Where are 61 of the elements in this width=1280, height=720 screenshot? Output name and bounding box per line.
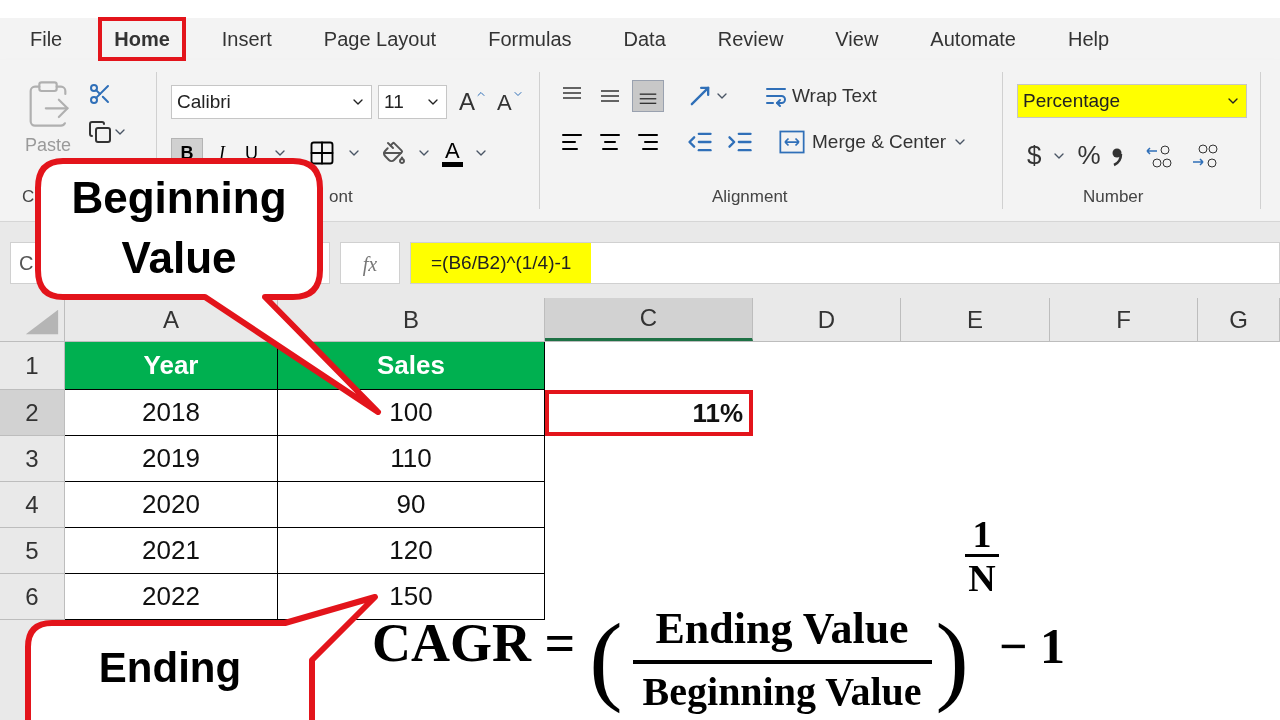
table-cell: 120	[278, 528, 545, 574]
merge-center-button[interactable]: Merge & Center	[812, 127, 947, 157]
column-header[interactable]: C	[545, 298, 753, 341]
menu-tab[interactable]: View	[819, 17, 895, 61]
group-label: Number	[1083, 185, 1144, 208]
group-label: ont	[329, 185, 353, 208]
row-header[interactable]: 5	[0, 528, 65, 574]
number-format-dropdown[interactable]: Percentage	[1017, 84, 1247, 118]
copy-icon[interactable]	[88, 120, 112, 144]
menu-tab[interactable]: Data	[607, 17, 682, 61]
table-cell: 2020	[65, 482, 278, 528]
formula-tail: − 1	[998, 617, 1065, 676]
formula-text: =(B6/B2)^(1/4)-1	[411, 243, 592, 283]
menu-tab[interactable]: Automate	[914, 17, 1032, 61]
fx-icon[interactable]: fx	[340, 242, 400, 284]
denominator-text: Beginning Value	[641, 670, 923, 714]
column-header[interactable]: F	[1050, 298, 1198, 341]
table-cell: 110	[278, 436, 545, 482]
group-label: Alignment	[712, 185, 788, 208]
row-header[interactable]: 3	[0, 436, 65, 482]
exponent-text: 1	[972, 514, 992, 554]
percent-button[interactable]: %	[1077, 136, 1101, 175]
grow-font-button[interactable]: A	[459, 84, 475, 120]
menu-tab[interactable]: Home	[98, 17, 186, 61]
menu-tab[interactable]: File	[14, 17, 79, 61]
exponent-text: N	[968, 557, 996, 599]
menu-tab[interactable]: Help	[1051, 17, 1126, 61]
decrease-decimal-icon[interactable]	[1190, 141, 1219, 170]
fill-color-icon[interactable]	[382, 141, 406, 165]
group-label: C	[22, 185, 35, 208]
menu-tab[interactable]: Page Layout	[307, 17, 453, 61]
table-cell: 2021	[65, 528, 278, 574]
column-header[interactable]: E	[901, 298, 1050, 341]
cut-icon[interactable]	[88, 82, 112, 106]
row-header[interactable]: 2	[0, 390, 65, 436]
menu-tab[interactable]: Insert	[205, 17, 288, 61]
menu-tab[interactable]: Review	[701, 17, 800, 61]
merge-icon[interactable]	[778, 128, 806, 156]
result-cell[interactable]: 11%	[545, 390, 753, 436]
table-cell: 2018	[65, 390, 278, 436]
table-cell: 2019	[65, 436, 278, 482]
shrink-font-button[interactable]: A	[497, 85, 512, 119]
column-header[interactable]: D	[753, 298, 901, 341]
font-size-dropdown[interactable]: 11	[378, 85, 447, 119]
formula-field[interactable]: =(B6/B2)^(1/4)-1	[410, 242, 1280, 284]
column-header[interactable]: G	[1198, 298, 1280, 341]
wrap-text-button[interactable]: Wrap Text	[792, 81, 877, 111]
parenthesis: (	[589, 604, 623, 714]
borders-icon[interactable]	[308, 139, 336, 167]
font-name-dropdown[interactable]: Calibri	[171, 85, 372, 119]
numerator-text: Ending Value	[654, 604, 910, 654]
parenthesis: )	[935, 604, 969, 714]
row-header[interactable]: 1	[0, 342, 65, 390]
table-cell: Year	[65, 342, 278, 390]
menu-tab[interactable]: Formulas	[472, 17, 588, 61]
font-color-button[interactable]: A	[442, 139, 463, 167]
currency-button[interactable]: $	[1027, 136, 1042, 175]
row-header[interactable]: 4	[0, 482, 65, 528]
align-icon[interactable]	[632, 80, 664, 112]
table-cell: 90	[278, 482, 545, 528]
row-header[interactable]: 6	[0, 574, 65, 620]
